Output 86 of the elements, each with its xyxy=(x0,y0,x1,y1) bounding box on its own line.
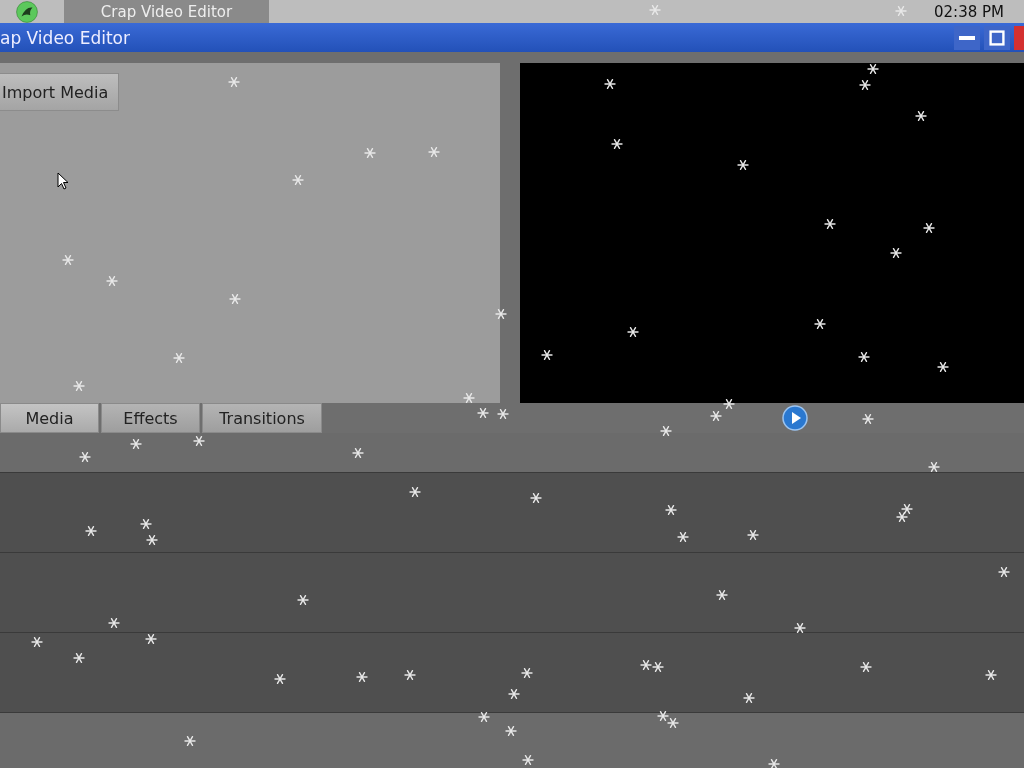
snowflake-icon xyxy=(505,726,517,736)
import-media-button[interactable]: Import Media xyxy=(0,73,120,111)
snowflake-icon xyxy=(858,352,870,362)
snowflake-icon xyxy=(998,567,1010,577)
snowflake-icon xyxy=(896,512,908,522)
minimize-icon xyxy=(959,35,975,40)
snowflake-icon xyxy=(640,660,652,670)
snowflake-icon xyxy=(495,309,507,319)
snowflake-icon xyxy=(521,668,533,678)
snowflake-icon xyxy=(611,139,623,149)
snowflake-icon xyxy=(890,248,902,258)
snowflake-icon xyxy=(859,80,871,90)
snowflake-icon xyxy=(665,505,677,515)
snowflake-icon xyxy=(541,350,553,360)
snowflake-icon xyxy=(428,147,440,157)
mouse-pointer-icon xyxy=(57,172,69,190)
snowflake-icon xyxy=(814,319,826,329)
snowflake-icon xyxy=(737,160,749,170)
snowflake-icon xyxy=(173,353,185,363)
snowflake-icon xyxy=(274,674,286,684)
maximize-button[interactable] xyxy=(984,25,1010,50)
snowflake-icon xyxy=(140,519,152,529)
snowflake-icon xyxy=(145,634,157,644)
snowflake-icon xyxy=(901,504,913,514)
snowflake-icon xyxy=(356,672,368,682)
snowflake-icon xyxy=(627,327,639,337)
snowflake-icon xyxy=(824,219,836,229)
clock: 02:38 PM xyxy=(934,2,1004,21)
snowflake-icon xyxy=(228,77,240,87)
snowflake-icon xyxy=(62,255,74,265)
app-logo-icon[interactable] xyxy=(16,0,38,23)
snowflake-icon xyxy=(522,755,534,765)
snowflake-icon xyxy=(895,6,907,16)
tab[interactable]: Media xyxy=(0,403,99,433)
snowflake-icon xyxy=(352,448,364,458)
snowflake-icon xyxy=(31,637,43,647)
window-title: ap Video Editor xyxy=(0,27,130,48)
snowflake-icon xyxy=(768,759,780,768)
snowflake-icon xyxy=(985,670,997,680)
snowflake-icon xyxy=(79,452,91,462)
snowflake-icon xyxy=(85,526,97,536)
snowflake-icon xyxy=(364,148,376,158)
tab[interactable]: Effects xyxy=(101,403,200,433)
snowflake-icon xyxy=(229,294,241,304)
snowflake-icon xyxy=(716,590,728,600)
snowflake-icon xyxy=(297,595,309,605)
minimize-button[interactable] xyxy=(954,25,980,50)
maximize-icon xyxy=(989,29,1005,46)
snowflake-icon xyxy=(747,530,759,540)
snowflake-icon xyxy=(743,693,755,703)
snowflake-icon xyxy=(478,712,490,722)
snowflake-icon xyxy=(477,408,489,418)
snowflake-icon xyxy=(677,532,689,542)
snowflake-icon xyxy=(862,414,874,424)
snowflake-icon xyxy=(723,399,735,409)
snowflake-icon xyxy=(108,618,120,628)
snowflake-icon xyxy=(497,409,509,419)
snowflake-icon xyxy=(657,711,669,721)
snowflake-icon xyxy=(146,535,158,545)
snowflake-icon xyxy=(923,223,935,233)
snowflake-icon xyxy=(937,362,949,372)
snowflake-icon xyxy=(193,436,205,446)
snowflake-icon xyxy=(292,175,304,185)
snowflake-icon xyxy=(130,439,142,449)
snowflake-icon xyxy=(73,653,85,663)
snowflake-icon xyxy=(710,411,722,421)
snowflake-icon xyxy=(184,736,196,746)
snowflake-icon xyxy=(106,276,118,286)
snowflake-icon xyxy=(404,670,416,680)
snowflake-icon xyxy=(604,79,616,89)
snowflake-icon xyxy=(409,487,421,497)
snowflake-icon xyxy=(867,64,879,74)
snowflake-icon xyxy=(667,718,679,728)
snowflake-icon xyxy=(652,662,664,672)
snowflake-icon xyxy=(660,426,672,436)
snowflake-icon xyxy=(649,5,661,15)
snowflake-icon xyxy=(463,393,475,403)
play-button-icon[interactable] xyxy=(782,405,808,431)
snowflake-icon xyxy=(860,662,872,672)
snowflake-icon xyxy=(73,381,85,391)
snowflake-icon xyxy=(508,689,520,699)
snowflake-icon xyxy=(915,111,927,121)
tab[interactable]: Transitions xyxy=(202,403,322,433)
snowflake-icon xyxy=(530,493,542,503)
snowflake-icon xyxy=(928,462,940,472)
snowflake-icon xyxy=(794,623,806,633)
